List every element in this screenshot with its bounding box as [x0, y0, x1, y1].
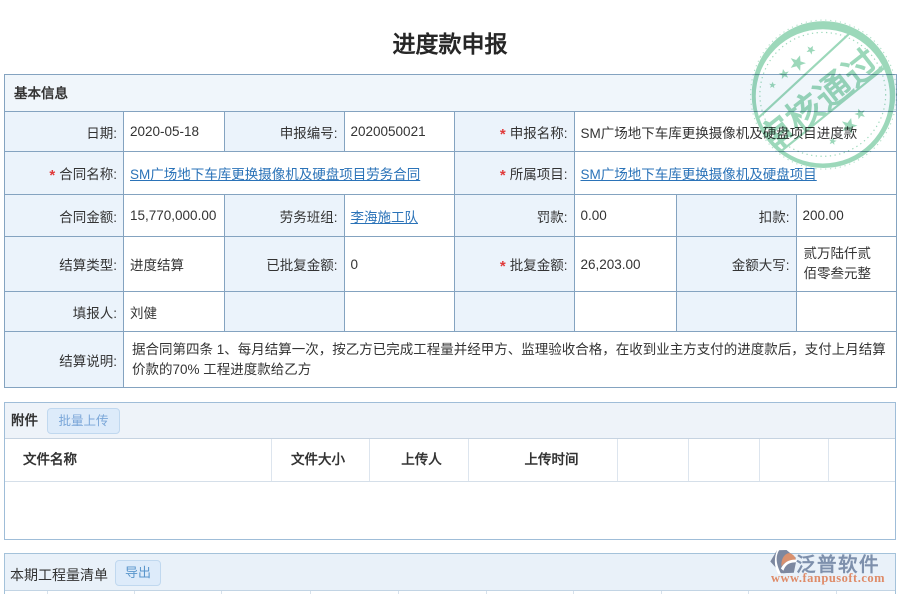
svg-text:审核通过: 审核通过: [750, 41, 889, 162]
